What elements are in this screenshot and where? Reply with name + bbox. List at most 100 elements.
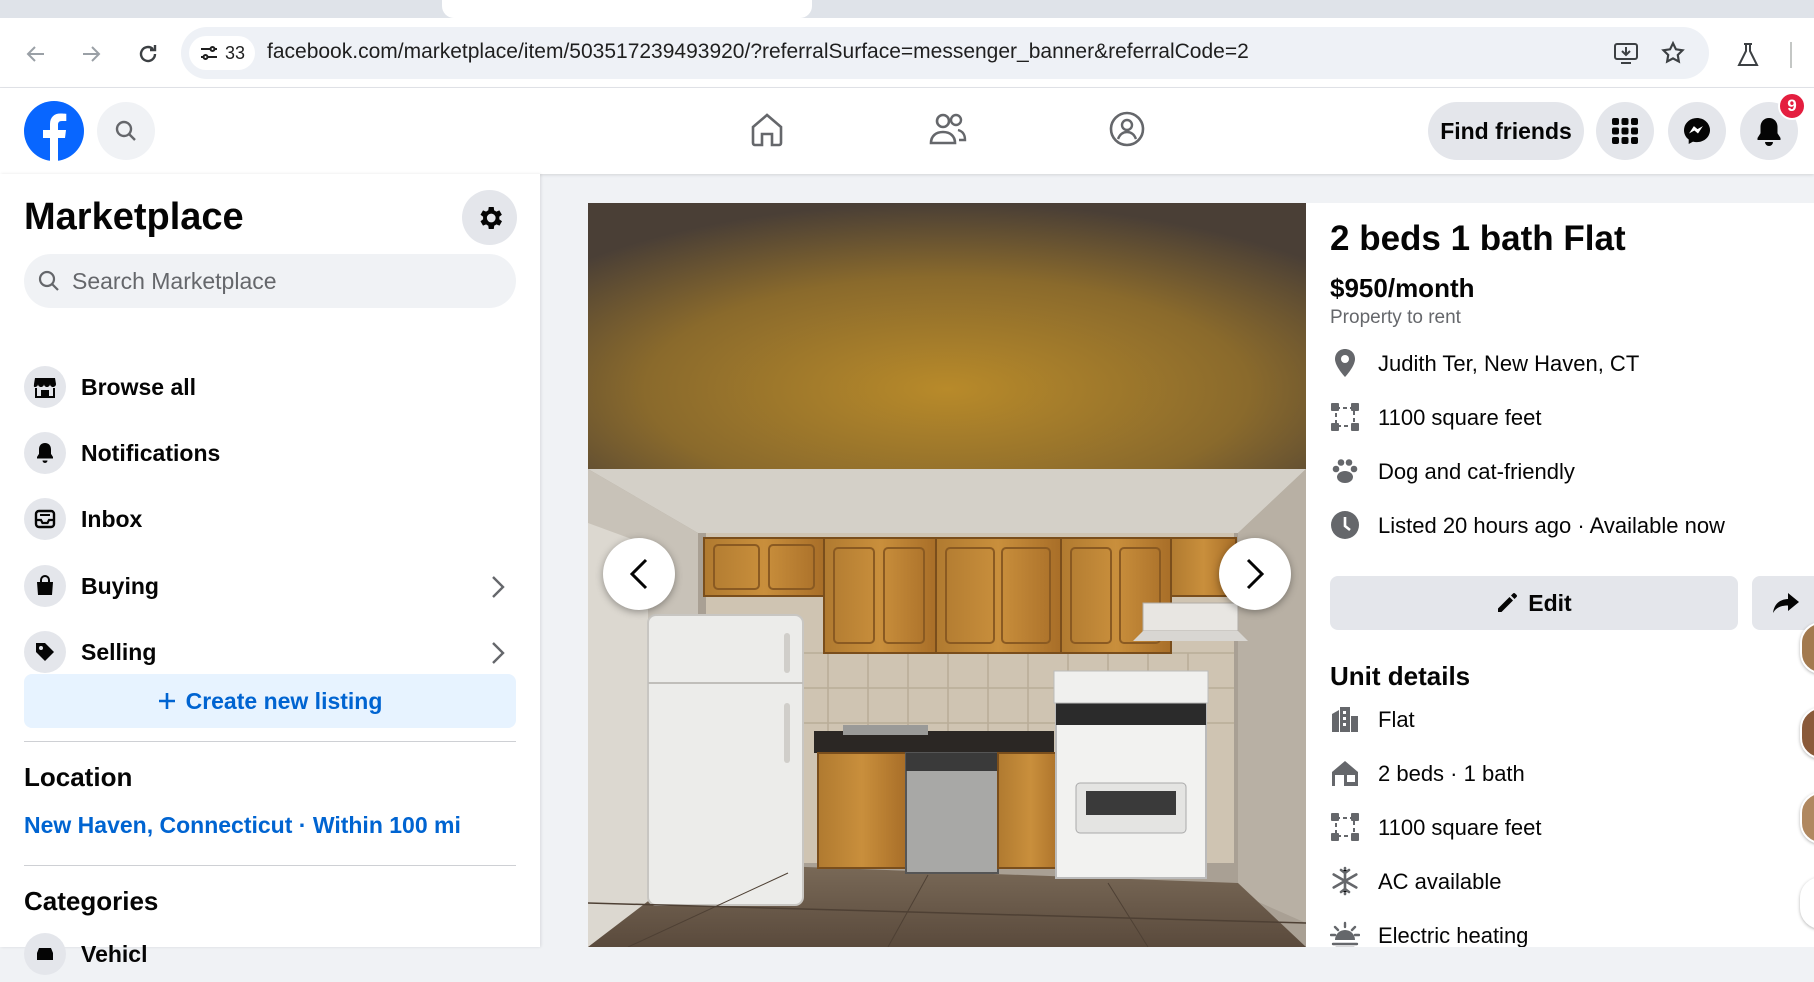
sidebar-divider — [24, 865, 516, 866]
nav-groups[interactable] — [1108, 110, 1146, 153]
home-icon — [751, 113, 783, 147]
sidebar-item-label: Selling — [81, 639, 157, 665]
edit-listing-button[interactable]: Edit — [1330, 576, 1738, 630]
messenger-button[interactable] — [1668, 102, 1726, 160]
back-button[interactable] — [20, 38, 52, 70]
listing-details-panel: 2 beds 1 bath Flat $950/month Property t… — [1306, 203, 1814, 947]
sidebar-title: Marketplace — [24, 196, 244, 238]
bell-filled-icon — [1757, 118, 1781, 146]
search-placeholder: Search Marketplace — [72, 268, 277, 294]
sidebar-item-inbox[interactable]: Inbox — [24, 493, 524, 547]
notification-count-badge: 9 — [1778, 92, 1806, 120]
url-text[interactable]: facebook.com/marketplace/item/5035172394… — [267, 40, 1249, 64]
marketplace-settings-button[interactable] — [462, 190, 517, 245]
marketplace-search-input[interactable]: Search Marketplace — [24, 254, 516, 308]
sidebar-divider — [24, 741, 516, 742]
snowflake-icon — [1330, 866, 1360, 896]
sidebar-item-label: Browse all — [81, 374, 197, 400]
sidebar-item-label: Vehicl — [81, 941, 148, 967]
reload-button[interactable] — [132, 38, 164, 70]
previous-photo-button[interactable] — [603, 538, 675, 610]
next-photo-button[interactable] — [1219, 538, 1291, 610]
categories-heading: Categories — [24, 886, 159, 916]
reload-icon — [139, 45, 157, 63]
facebook-top-bar: Find friends 9 — [0, 88, 1814, 174]
sidebar-item-buying[interactable]: Buying — [24, 560, 524, 614]
chevron-right-icon — [1246, 558, 1265, 590]
browser-tab[interactable] — [0, 0, 440, 18]
install-app-button[interactable] — [1613, 41, 1639, 70]
facebook-search-button[interactable] — [97, 102, 155, 160]
edit-label: Edit — [1528, 589, 1572, 616]
labs-button[interactable] — [1736, 42, 1760, 73]
sidebar-item-browse-all[interactable]: Browse all — [24, 361, 524, 415]
browser-tab-active[interactable] — [442, 0, 812, 18]
plus-icon — [158, 693, 175, 709]
flask-icon — [1737, 43, 1759, 66]
site-info-button[interactable]: 33 — [189, 36, 255, 70]
find-friends-button[interactable]: Find friends — [1428, 102, 1584, 160]
forward-button[interactable] — [75, 38, 107, 70]
facebook-logo[interactable] — [24, 101, 84, 166]
install-icon — [1614, 43, 1638, 64]
location-heading: Location — [24, 762, 133, 792]
browser-tab-strip — [0, 0, 1814, 18]
browser-toolbar: 33 facebook.com/marketplace/item/5035172… — [0, 18, 1814, 88]
arrow-right-icon — [83, 46, 101, 62]
info-text: 1100 square feet — [1378, 405, 1542, 430]
unit-details-heading: Unit details — [1330, 661, 1471, 691]
sidebar-item-category[interactable]: Vehicl — [24, 928, 524, 982]
chevron-left-icon — [629, 558, 648, 590]
facebook-logo-icon — [24, 101, 84, 161]
info-text: Judith Ter, New Haven, CT — [1378, 351, 1640, 376]
listing-photo — [588, 203, 1306, 947]
kitchen-photo — [588, 203, 1306, 947]
star-outline-icon — [1661, 40, 1685, 64]
info-text: 2 beds · 1 bath — [1378, 761, 1525, 786]
arrow-left-icon — [26, 46, 44, 62]
location-filter-link[interactable]: New Haven, Connecticut · Within 100 mi — [24, 812, 461, 839]
nav-home[interactable] — [748, 110, 786, 153]
info-text: 1100 square feet — [1378, 815, 1542, 840]
listing-price: $950/month — [1330, 273, 1475, 303]
info-text: Electric heating — [1378, 923, 1529, 947]
pencil-icon — [1498, 593, 1518, 612]
friends-icon — [929, 113, 967, 145]
toolbar-divider — [1790, 42, 1792, 68]
menu-button[interactable] — [1596, 102, 1654, 160]
info-text: Flat — [1378, 707, 1415, 732]
search-icon — [115, 120, 136, 141]
create-new-listing-button[interactable]: Create new listing — [24, 674, 516, 728]
storefront-icon — [24, 366, 66, 408]
messenger-icon — [1684, 118, 1710, 144]
marketplace-sidebar: Marketplace Search Marketplace Browse al… — [0, 174, 540, 975]
tune-icon — [200, 46, 217, 60]
info-text: Listed 20 hours ago · Available now — [1378, 513, 1725, 538]
chevron-right-icon — [492, 576, 505, 598]
create-listing-label: Create new listing — [185, 687, 383, 714]
sidebar-item-label: Notifications — [81, 440, 221, 466]
location-pin-icon — [1330, 348, 1360, 378]
heating-icon — [1330, 920, 1360, 947]
bookmark-star-button[interactable] — [1660, 40, 1686, 71]
clock-icon — [1330, 510, 1360, 540]
inbox-icon — [24, 498, 66, 540]
nav-friends[interactable] — [928, 110, 968, 153]
sidebar-item-label: Buying — [81, 573, 159, 599]
gear-icon — [480, 206, 502, 229]
listing-title: 2 beds 1 bath Flat — [1330, 219, 1626, 258]
building-icon — [1330, 704, 1360, 734]
search-icon — [38, 270, 59, 291]
area-icon — [1330, 812, 1360, 842]
shopping-bag-icon — [24, 565, 66, 607]
groups-icon — [1109, 111, 1145, 147]
browser-tab[interactable] — [814, 0, 1814, 18]
chevron-right-icon — [492, 642, 505, 664]
car-icon — [24, 933, 66, 975]
info-text: AC available — [1378, 869, 1502, 894]
sidebar-item-selling[interactable]: Selling — [24, 626, 524, 680]
share-button[interactable] — [1752, 576, 1814, 630]
sidebar-item-notifications[interactable]: Notifications — [24, 427, 524, 481]
address-bar[interactable]: 33 facebook.com/marketplace/item/5035172… — [181, 27, 1709, 79]
price-tag-icon — [24, 631, 66, 673]
